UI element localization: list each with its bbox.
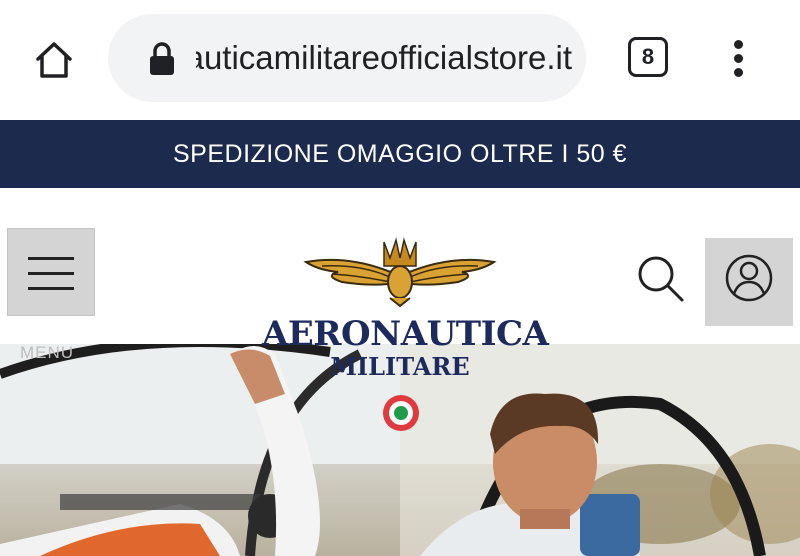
- url-text[interactable]: aeronauticamilitareofficialstore.it: [196, 36, 572, 80]
- account-button[interactable]: [705, 238, 793, 326]
- eagle-crown-icon: [303, 237, 497, 308]
- tab-switcher-button[interactable]: 8: [628, 37, 668, 77]
- brand-logo[interactable]: AERONAUTICA MILITARE: [262, 236, 549, 436]
- user-icon: [725, 254, 773, 302]
- menu-label[interactable]: MENU: [20, 343, 74, 363]
- lock-icon: [150, 42, 174, 75]
- promo-text: SPEDIZIONE OMAGGIO OLTRE I 50 €: [172, 139, 628, 168]
- browser-toolbar: aeronauticamilitareofficialstore.it 8: [0, 0, 800, 120]
- hamburger-icon-line: [28, 287, 74, 290]
- italian-roundel-icon: [383, 395, 419, 431]
- more-vert-icon[interactable]: [722, 38, 754, 80]
- brand-name-line2: MILITARE: [330, 352, 470, 381]
- home-button[interactable]: [26, 32, 82, 88]
- hamburger-icon-line: [28, 272, 74, 275]
- home-icon: [36, 42, 72, 78]
- promo-banner: SPEDIZIONE OMAGGIO OLTRE I 50 €: [0, 120, 800, 188]
- menu-button[interactable]: [7, 228, 95, 316]
- search-button[interactable]: [632, 250, 688, 306]
- address-bar[interactable]: aeronauticamilitareofficialstore.it: [108, 14, 586, 102]
- hamburger-icon: [28, 257, 74, 260]
- brand-name-line1: AERONAUTICA: [262, 314, 549, 354]
- search-icon: [638, 256, 684, 302]
- tab-count: 8: [641, 44, 655, 69]
